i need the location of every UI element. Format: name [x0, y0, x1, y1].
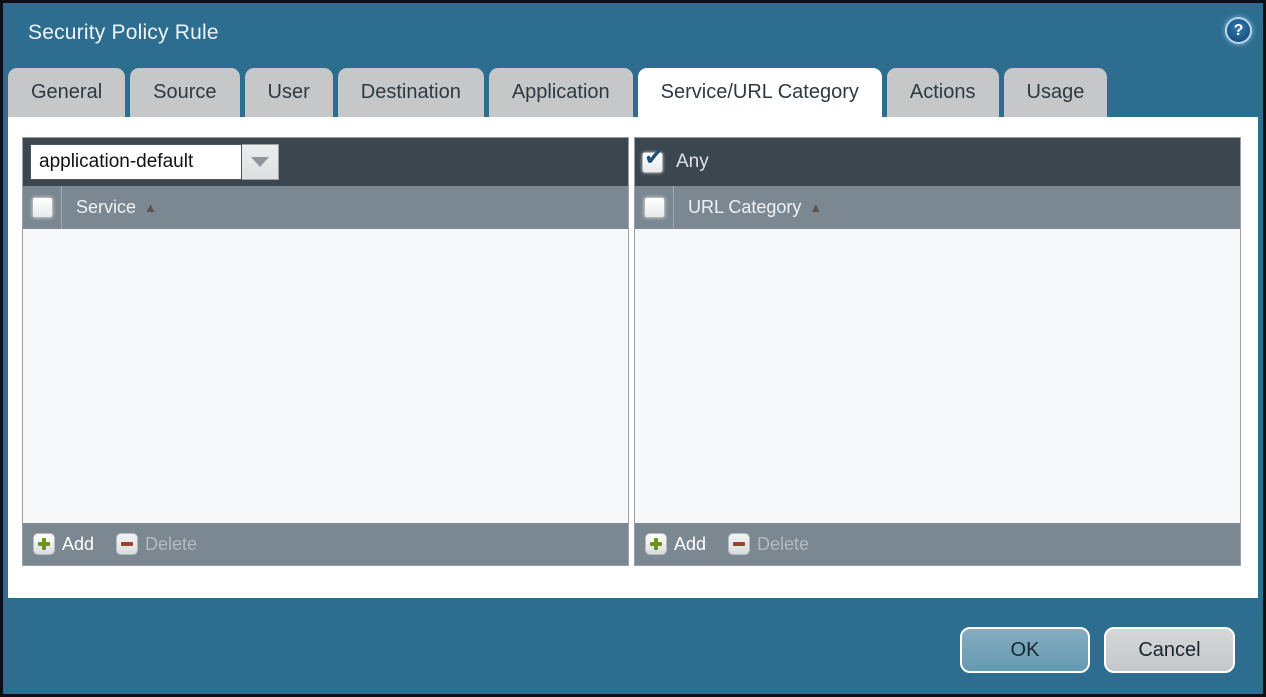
url-category-select-all-cell	[635, 186, 674, 229]
service-panel: Service ▲ Add Delete	[22, 137, 629, 566]
help-icon[interactable]: ?	[1225, 17, 1252, 44]
sort-ascending-icon[interactable]: ▲	[809, 200, 822, 215]
any-checkbox[interactable]: ✔	[642, 152, 663, 173]
tab-service-url-category[interactable]: Service/URL Category	[638, 68, 882, 117]
url-category-column-label[interactable]: URL Category	[688, 197, 801, 218]
plus-icon	[33, 533, 55, 555]
service-add-button[interactable]: Add	[33, 533, 94, 555]
tab-destination[interactable]: Destination	[338, 68, 484, 117]
service-list[interactable]	[23, 229, 628, 523]
minus-icon	[728, 533, 750, 555]
service-select-all-cell	[23, 186, 62, 229]
minus-icon	[116, 533, 138, 555]
any-label: Any	[676, 151, 709, 173]
service-column-label[interactable]: Service	[76, 197, 136, 218]
tab-label: Service/URL Category	[661, 81, 859, 104]
service-type-dropdown	[30, 144, 279, 180]
tab-label: Application	[512, 81, 610, 104]
delete-button-label: Delete	[145, 534, 197, 555]
tab-source[interactable]: Source	[130, 68, 239, 117]
url-category-column-header: URL Category ▲	[635, 186, 1240, 229]
tab-bar: General Source User Destination Applicat…	[8, 68, 1107, 117]
url-category-select-all-checkbox[interactable]	[644, 197, 665, 218]
tab-label: Source	[153, 81, 216, 104]
service-type-dropdown-button[interactable]	[242, 144, 279, 180]
cancel-button[interactable]: Cancel	[1104, 627, 1235, 673]
url-category-panel-header: ✔ Any	[635, 138, 1240, 186]
url-category-delete-button[interactable]: Delete	[728, 533, 809, 555]
dialog-title: Security Policy Rule	[28, 21, 219, 45]
tab-general[interactable]: General	[8, 68, 125, 117]
cancel-button-label: Cancel	[1138, 639, 1200, 662]
checkmark-icon: ✔	[644, 146, 664, 170]
service-panel-header	[23, 138, 628, 186]
add-button-label: Add	[62, 534, 94, 555]
plus-icon	[645, 533, 667, 555]
help-question-glyph: ?	[1234, 22, 1244, 40]
url-category-panel: ✔ Any URL Category ▲ Add Delete	[634, 137, 1241, 566]
tab-content-area: Service ▲ Add Delete ✔ Any	[8, 117, 1258, 598]
delete-button-label: Delete	[757, 534, 809, 555]
service-select-all-checkbox[interactable]	[32, 197, 53, 218]
tab-usage[interactable]: Usage	[1004, 68, 1108, 117]
url-category-list[interactable]	[635, 229, 1240, 523]
chevron-down-icon	[251, 157, 269, 167]
add-button-label: Add	[674, 534, 706, 555]
ok-button-label: OK	[1011, 639, 1040, 662]
tab-actions[interactable]: Actions	[887, 68, 999, 117]
tab-user[interactable]: User	[245, 68, 333, 117]
service-type-input[interactable]	[30, 144, 242, 180]
url-category-toolbar: Add Delete	[635, 523, 1240, 565]
tab-label: General	[31, 81, 102, 104]
sort-ascending-icon[interactable]: ▲	[144, 200, 157, 215]
service-toolbar: Add Delete	[23, 523, 628, 565]
url-category-add-button[interactable]: Add	[645, 533, 706, 555]
tab-label: Destination	[361, 81, 461, 104]
tab-label: User	[268, 81, 310, 104]
tab-application[interactable]: Application	[489, 68, 633, 117]
tab-label: Usage	[1027, 81, 1085, 104]
security-policy-rule-dialog: Security Policy Rule ? General Source Us…	[0, 0, 1266, 697]
service-column-header: Service ▲	[23, 186, 628, 229]
ok-button[interactable]: OK	[960, 627, 1090, 673]
service-delete-button[interactable]: Delete	[116, 533, 197, 555]
tab-label: Actions	[910, 81, 976, 104]
